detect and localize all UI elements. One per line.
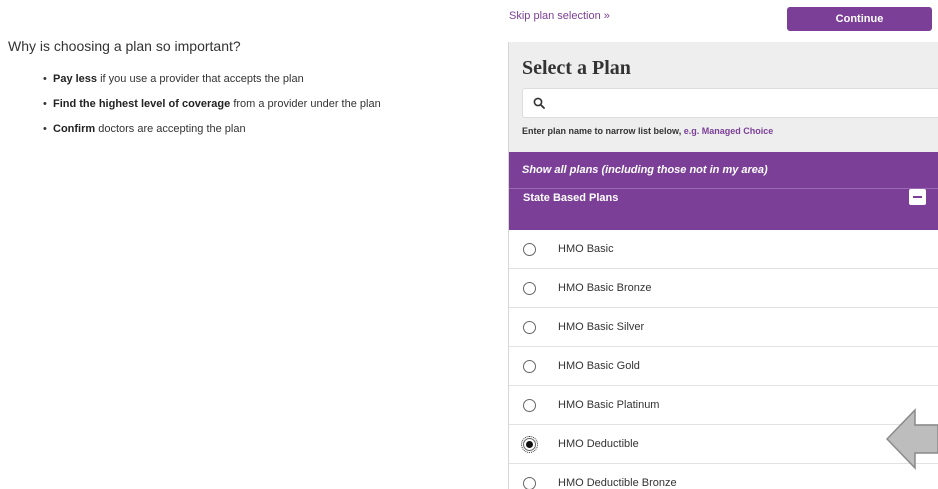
- radio-unselected-icon[interactable]: [523, 281, 536, 295]
- benefit-text: doctors are accepting the plan: [95, 123, 246, 135]
- plan-name: HMO Basic: [558, 243, 614, 255]
- continue-button[interactable]: Continue: [787, 7, 932, 31]
- show-all-plans-toggle[interactable]: Show all plans (including those not in m…: [509, 152, 938, 189]
- plan-option-row[interactable]: HMO Basic Silver: [509, 308, 938, 347]
- plan-search-input[interactable]: [551, 89, 938, 117]
- radio-unselected-icon[interactable]: [523, 320, 536, 334]
- group-label: State Based Plans: [523, 192, 619, 204]
- benefit-item: Pay less if you use a provider that acce…: [43, 72, 413, 87]
- plan-name: HMO Basic Bronze: [558, 282, 652, 294]
- plan-name: HMO Basic Gold: [558, 360, 640, 372]
- plan-option-row[interactable]: HMO Basic: [509, 230, 938, 269]
- benefit-bold: Confirm: [53, 123, 96, 135]
- benefit-item: Find the highest level of coverage from …: [43, 97, 413, 112]
- search-icon: [533, 97, 545, 109]
- plan-option-row[interactable]: HMO Basic Gold: [509, 347, 938, 386]
- hint-text: Enter plan name to narrow list below,: [522, 126, 684, 136]
- benefits-list: Pay less if you use a provider that acce…: [8, 72, 428, 137]
- plan-name: HMO Deductible: [558, 438, 639, 450]
- plan-option-row[interactable]: HMO Basic Platinum: [509, 386, 938, 425]
- search-box: [522, 88, 938, 118]
- panel-header: Select a Plan Enter plan name to narrow …: [509, 42, 938, 152]
- state-based-plans-header[interactable]: State Based Plans: [509, 189, 938, 230]
- hint-example: e.g. Managed Choice: [683, 126, 774, 136]
- info-section: Why is choosing a plan so important? Pay…: [8, 38, 428, 147]
- benefit-bold: Find the highest level of coverage: [53, 98, 231, 110]
- plan-option-row[interactable]: HMO Deductible Bronze: [509, 464, 938, 489]
- skip-plan-selection-link[interactable]: Skip plan selection »: [509, 10, 610, 22]
- search-hint: Enter plan name to narrow list below, e.…: [522, 126, 938, 136]
- radio-unselected-icon[interactable]: [523, 242, 536, 256]
- plan-name: HMO Deductible Bronze: [558, 477, 677, 489]
- radio-unselected-icon[interactable]: [523, 359, 536, 373]
- info-heading: Why is choosing a plan so important?: [8, 38, 241, 54]
- radio-selected-icon[interactable]: [521, 435, 538, 453]
- collapse-minus-icon[interactable]: [909, 189, 926, 205]
- plan-option-row[interactable]: HMO Basic Bronze: [509, 269, 938, 308]
- plan-list: HMO Basic HMO Basic Bronze HMO Basic Silve…: [509, 230, 938, 489]
- panel-title: Select a Plan: [522, 57, 631, 79]
- benefit-text: if you use a provider that accepts the p…: [97, 73, 304, 85]
- radio-unselected-icon[interactable]: [523, 476, 536, 489]
- plan-name: HMO Basic Silver: [558, 321, 645, 333]
- pointer-arrow-icon: [885, 408, 938, 470]
- benefit-bold: Pay less: [53, 73, 98, 85]
- benefit-text: from a provider under the plan: [230, 98, 381, 110]
- plan-name: HMO Basic Platinum: [558, 399, 660, 411]
- benefit-item: Confirm doctors are accepting the plan: [43, 122, 413, 137]
- plan-selection-panel: Select a Plan Enter plan name to narrow …: [508, 42, 938, 489]
- plan-option-row[interactable]: HMO Deductible: [509, 425, 938, 464]
- radio-unselected-icon[interactable]: [523, 398, 536, 412]
